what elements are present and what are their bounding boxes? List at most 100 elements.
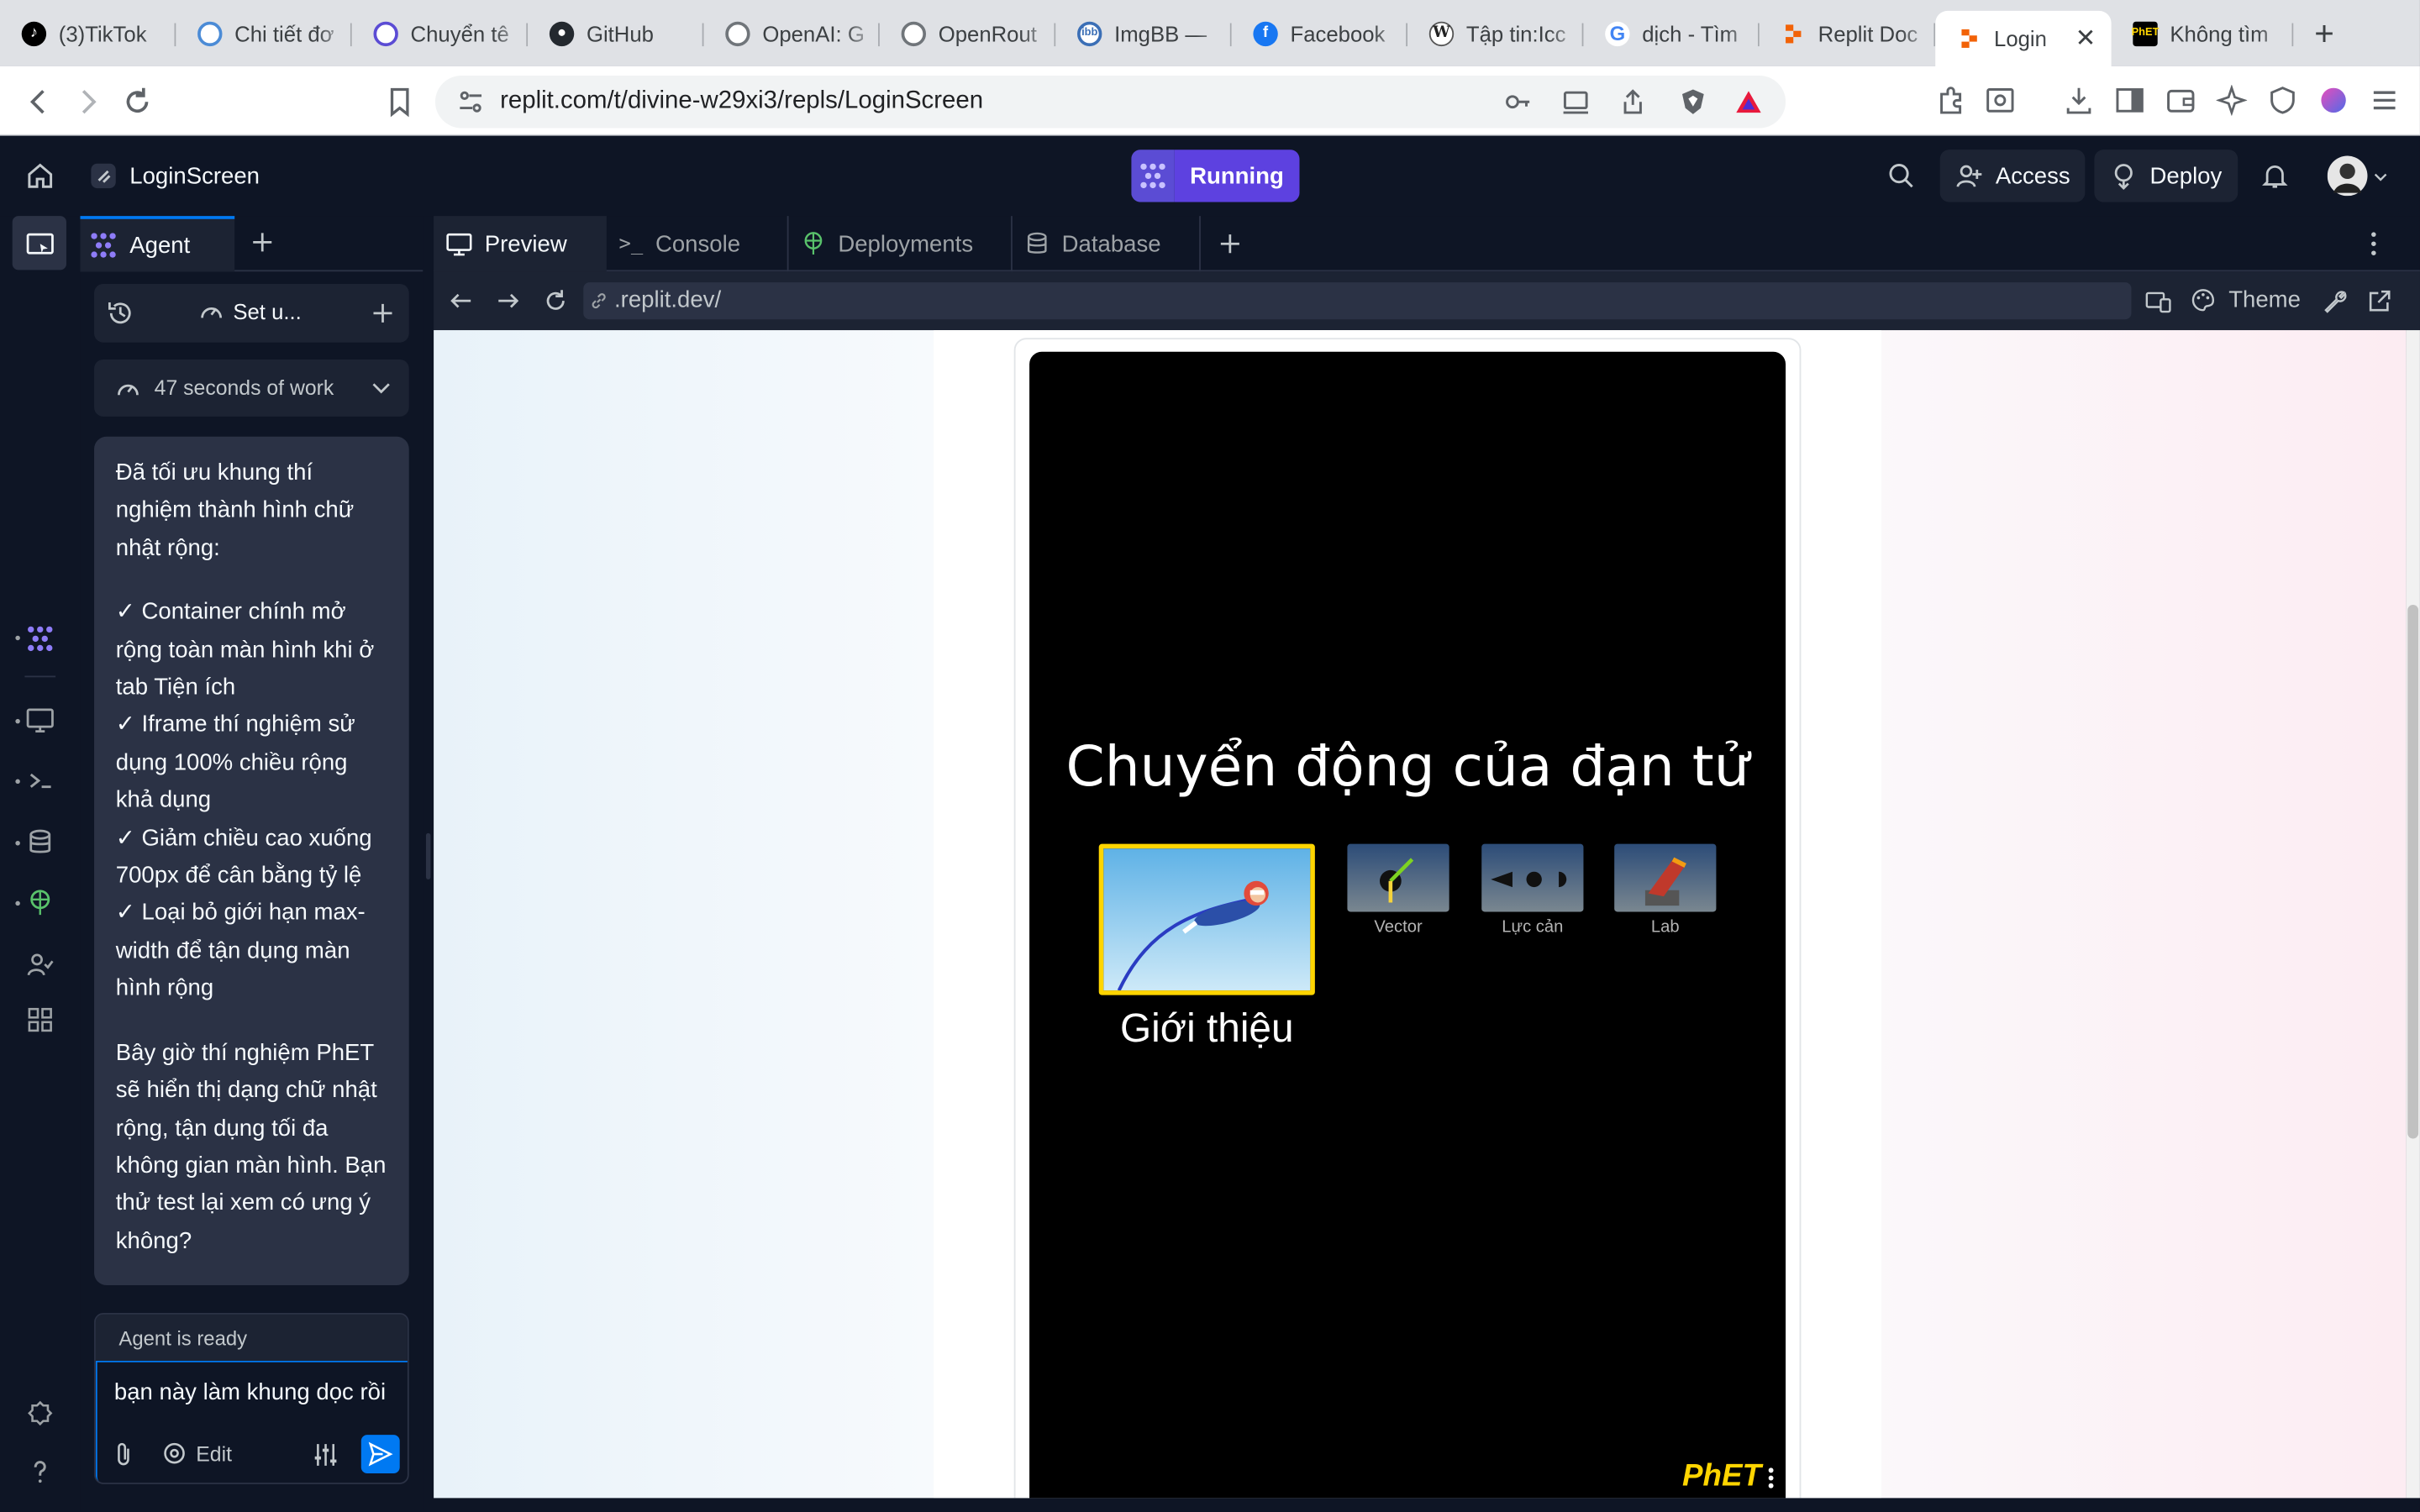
agent-logo-icon[interactable] [26, 625, 54, 653]
active-indicator [15, 635, 20, 641]
add-tab-icon[interactable] [251, 232, 273, 254]
new-tab-button[interactable]: + [2293, 13, 2354, 54]
tab-agent[interactable]: Agent [80, 216, 235, 272]
screen-lab[interactable]: Lab [1614, 843, 1717, 937]
back-icon[interactable] [22, 85, 55, 118]
google-icon: G [1605, 20, 1630, 46]
scrollbar-thumb[interactable] [2407, 604, 2419, 1139]
deploy-button[interactable]: Deploy [2094, 150, 2238, 202]
user-avatar[interactable] [2327, 155, 2388, 197]
cast-icon[interactable] [1562, 88, 1590, 116]
download-icon[interactable] [2064, 85, 2095, 116]
bookmark-icon[interactable] [383, 85, 417, 118]
browser-tab[interactable]: Chi tiết đơ [176, 8, 352, 58]
workspace-header: LoginScreen Running Access Deploy [0, 135, 2420, 217]
all-tools-grid-icon[interactable] [26, 1006, 54, 1034]
tab-deployments[interactable]: Deployments [789, 216, 1013, 272]
close-tab-icon[interactable]: ✕ [2075, 24, 2096, 55]
browser-tab[interactable]: ● GitHub [528, 8, 704, 58]
site-settings-icon[interactable] [457, 88, 485, 116]
panel-resize-handle[interactable] [425, 832, 431, 879]
extensions-icon[interactable] [1935, 85, 1966, 116]
notifications-bell-icon[interactable] [2261, 162, 2289, 190]
browser-tab-active[interactable]: Login ✕ [1935, 10, 2112, 66]
workspace-tabbar: Preview >_ Console Deployments Database [434, 216, 2420, 272]
wallet-icon[interactable] [2165, 85, 2196, 116]
screen-label: Lab [1650, 917, 1680, 937]
browser-tab[interactable]: ibb ImgBB — [1055, 8, 1232, 58]
browser-tab[interactable]: ♪ (3)TikTok [0, 8, 176, 58]
edit-mode-button[interactable]: Edit [162, 1441, 232, 1465]
home-icon[interactable] [26, 162, 54, 190]
forward-icon[interactable] [71, 85, 104, 118]
vpn-shield-icon[interactable] [2267, 85, 2298, 116]
browser-tab[interactable]: Replit Doc [1760, 8, 1936, 58]
tab-console[interactable]: >_ Console [607, 216, 789, 272]
browser-tab[interactable]: OpenAI: G [704, 8, 880, 58]
user-check-icon[interactable] [26, 950, 54, 978]
monitor-icon[interactable] [26, 706, 54, 734]
phet-simulation[interactable]: Chuyển động của đạn tử Giới thiệu Vector… [1029, 351, 1786, 1499]
history-icon[interactable] [107, 299, 134, 327]
send-button[interactable] [360, 1435, 400, 1474]
devices-icon[interactable] [2145, 288, 2171, 314]
chat-input[interactable]: bạn này làm khung dọc rồi Edit [95, 1360, 408, 1483]
phet-menu-button[interactable]: PhET [1682, 1460, 1775, 1495]
search-icon[interactable] [1887, 162, 1915, 190]
files-toggle-button[interactable] [12, 216, 66, 270]
reload-icon[interactable] [544, 288, 568, 312]
browser-tab[interactable]: Chuyển tê [352, 8, 529, 58]
browser-tab[interactable]: G dịch - Tìm [1583, 8, 1760, 58]
screen-drag[interactable]: Lực cản [1481, 843, 1584, 937]
leo-ai-icon[interactable] [2216, 85, 2248, 116]
browser-menu-icon[interactable] [2369, 85, 2400, 116]
theme-button[interactable]: Theme [2190, 287, 2301, 313]
work-summary[interactable]: 47 seconds of work [94, 359, 409, 417]
agent-input-area: Agent is ready bạn này làm khung dọc rồi… [94, 1313, 409, 1484]
session-title[interactable]: Set u... [199, 299, 302, 324]
open-new-window-icon[interactable] [2367, 288, 2391, 312]
forward-icon[interactable] [496, 288, 520, 312]
link-icon [592, 293, 606, 309]
browser-tab[interactable]: PhET Không tìm [2112, 8, 2294, 58]
brave-shield-icon[interactable] [1679, 88, 1707, 116]
new-chat-icon[interactable] [372, 302, 394, 324]
session-bar: Set u... [94, 283, 409, 343]
deployments-icon[interactable] [26, 889, 54, 916]
search-tabs-icon[interactable] [1985, 85, 2016, 116]
sliders-icon[interactable] [312, 1441, 339, 1468]
sidebar-icon[interactable] [2114, 85, 2145, 116]
add-tab-icon[interactable] [1219, 233, 1241, 255]
gauge-icon [201, 307, 223, 318]
access-button[interactable]: Access [1939, 150, 2086, 202]
terminal-icon[interactable] [26, 767, 54, 795]
database-icon[interactable] [26, 828, 54, 856]
run-button[interactable]: Running [1131, 150, 1300, 202]
agent-logo-icon [1131, 150, 1175, 202]
reload-icon[interactable] [120, 85, 154, 118]
password-key-icon[interactable] [1505, 88, 1533, 116]
share-icon[interactable] [1619, 88, 1647, 116]
preview-url-input[interactable]: .replit.dev/ [583, 282, 2132, 320]
tab-database[interactable]: Database [1013, 216, 1201, 272]
brave-rewards-icon[interactable] [1734, 88, 1762, 116]
browser-tab[interactable]: f Facebook [1232, 8, 1408, 58]
more-options-icon[interactable] [2369, 232, 2378, 256]
browser-tab[interactable]: OpenRout [880, 8, 1056, 58]
lab-thumbnail [1614, 843, 1717, 912]
screen-intro[interactable]: Giới thiệu [1098, 843, 1315, 1053]
message-item: ✓ Container chính mở rộng toàn màn hình … [115, 599, 375, 701]
help-icon[interactable] [26, 1458, 54, 1486]
screen-vector[interactable]: Vector [1347, 843, 1449, 937]
back-icon[interactable] [449, 288, 473, 312]
vector-icon [1380, 858, 1414, 903]
attach-icon[interactable] [111, 1441, 135, 1468]
devtools-wrench-icon[interactable] [2323, 288, 2347, 313]
address-bar[interactable]: replit.com/t/divine-w29xi3/repls/LoginSc… [434, 75, 1786, 129]
alert-settings-icon[interactable] [26, 1399, 54, 1427]
profile-avatar-icon[interactable] [2318, 85, 2349, 116]
preview-scrollbar[interactable] [2406, 330, 2420, 1499]
project-title[interactable]: LoginScreen [90, 162, 260, 190]
tab-preview[interactable]: Preview [434, 216, 607, 272]
browser-tab[interactable]: W Tập tin:Icc [1407, 8, 1584, 58]
